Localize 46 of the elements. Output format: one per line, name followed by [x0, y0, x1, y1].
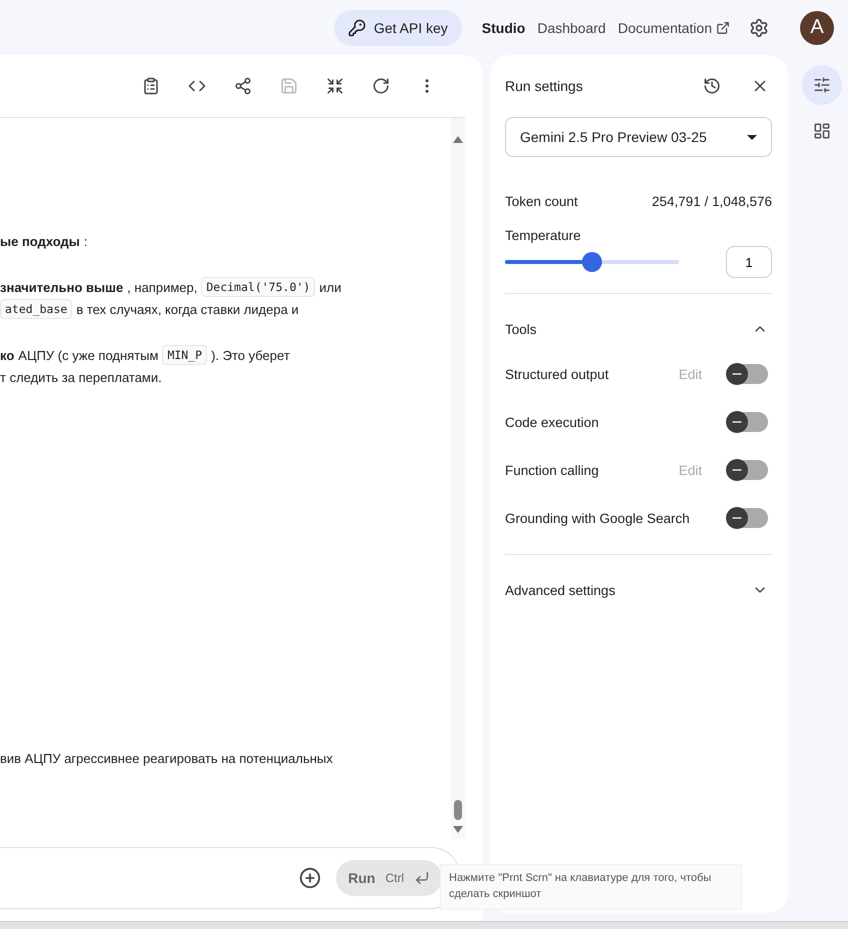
toggle-switch[interactable]: [728, 412, 768, 432]
nav-link[interactable]: Dashboard: [537, 20, 606, 36]
section-title: Advanced settings: [505, 582, 616, 598]
nav-link[interactable]: Documentation: [618, 20, 730, 36]
enter-icon: [414, 870, 430, 886]
token-count-value: 254,791 / 1,048,576: [652, 194, 772, 208]
message-text: , например,: [127, 280, 198, 294]
bold-text: ко: [0, 348, 14, 362]
tooltip: Нажмите "Prnt Scrn" на клавиатуре для того, чтобы сделать скриншот: [440, 864, 742, 910]
run-button[interactable]: Run Ctrl: [336, 860, 442, 896]
tool-label: Grounding with Google Search: [505, 510, 690, 526]
scrollbar[interactable]: [451, 118, 465, 839]
section-title: Tools: [505, 322, 537, 336]
sliders-icon[interactable]: [802, 65, 842, 105]
code-snippet: MIN_P: [162, 345, 208, 365]
dropdown-caret-icon: [747, 134, 757, 140]
bold-text: ые подходы: [0, 234, 80, 248]
message-text: АЦПУ (с уже поднятым: [18, 348, 158, 362]
message-text: т следить за переплатами.: [0, 370, 162, 384]
message-text: ). Это уберет: [211, 348, 290, 362]
panel-title: Run settings: [505, 78, 584, 94]
toggle-switch[interactable]: [728, 460, 768, 480]
tool-label: Code execution: [505, 414, 599, 430]
toggle-switch[interactable]: [728, 364, 768, 384]
key-icon: [348, 18, 366, 36]
temperature-label: Temperature: [505, 228, 581, 242]
message-text: в тех случаях, когда ставки лидера и: [76, 302, 299, 316]
tool-label: Structured output: [505, 366, 609, 382]
token-count-label: Token count: [505, 194, 578, 208]
external-link-icon: [716, 20, 730, 34]
toggle-switch[interactable]: [728, 508, 768, 528]
message-text: :: [84, 234, 88, 248]
code-snippet: ated_base: [0, 299, 72, 319]
tool-label: Function calling: [505, 462, 599, 478]
code-snippet: Decimal('75.0'): [201, 277, 316, 297]
bold-text: значительно выше: [0, 280, 124, 294]
add-icon[interactable]: [298, 866, 322, 890]
message-text: или: [319, 280, 342, 294]
temperature-input[interactable]: 1: [726, 246, 772, 278]
get-api-key-button[interactable]: Get API key: [334, 10, 462, 46]
user-avatar[interactable]: A: [800, 10, 834, 44]
message-text: вив АЦПУ агрессивнее реагировать на потенциальных: [0, 750, 333, 766]
temperature-slider[interactable]: [505, 252, 679, 272]
nav-link[interactable]: Studio: [482, 20, 526, 36]
slider-thumb[interactable]: [582, 252, 602, 272]
model-dropdown[interactable]: Gemini 2.5 Pro Preview 03-25: [505, 117, 772, 157]
